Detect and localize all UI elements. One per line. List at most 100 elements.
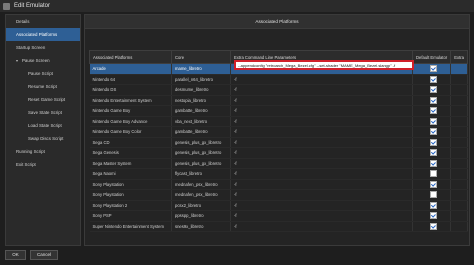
cell-core[interactable]: mednafen_psx_libretro	[171, 189, 231, 201]
table-row[interactable]: Nintendo DS desmume_libretro -f	[89, 84, 468, 96]
default-emulator-checkbox[interactable]	[430, 212, 437, 220]
cell-core[interactable]: parallel_n64_libretro	[171, 74, 231, 85]
default-emulator-checkbox[interactable]	[430, 222, 437, 230]
column-header-extra[interactable]: Extra	[450, 50, 468, 64]
cell-platform[interactable]: Nintendo Game Boy	[89, 105, 172, 117]
cell-params[interactable]: -f	[230, 189, 413, 201]
cell-params[interactable]: -f	[230, 221, 413, 232]
cell-platform[interactable]: Nintendo 64	[89, 74, 172, 85]
default-emulator-checkbox[interactable]	[430, 180, 437, 188]
cell-params[interactable]: -f	[230, 179, 413, 190]
cell-core[interactable]: gambatte_libretro	[171, 126, 231, 138]
cell-platform[interactable]: Sony Playstation	[89, 189, 172, 201]
cell-platform[interactable]: Sony Playstation	[89, 179, 172, 190]
default-emulator-checkbox[interactable]	[430, 128, 437, 136]
cell-platform[interactable]: Sega CD	[89, 137, 172, 148]
cell-params[interactable]: -f	[230, 116, 413, 127]
table-row[interactable]: Sega CD genesis_plus_gx_libretro -f	[89, 137, 468, 148]
table-row[interactable]: Sony PSP ppsspp_libretro -f	[89, 210, 468, 222]
cell-params[interactable]: -f	[230, 137, 413, 148]
default-emulator-checkbox[interactable]	[430, 159, 437, 167]
default-emulator-checkbox[interactable]	[430, 65, 437, 73]
cell-core[interactable]: genesis_plus_gx_libretro	[171, 137, 231, 148]
sidebar-item[interactable]: Exit Script	[6, 158, 80, 171]
cell-platform[interactable]: Nintendo Game Boy Advance	[89, 116, 172, 127]
cell-extra	[450, 189, 468, 201]
default-emulator-checkbox[interactable]	[430, 170, 437, 178]
cell-core[interactable]: mame_libretro	[171, 63, 231, 75]
cell-core[interactable]: vba_next_libretro	[171, 116, 231, 127]
table-row[interactable]: Sony Playstation 2 pcsx2_libretro -f	[89, 200, 468, 211]
sidebar-item[interactable]: Reset Game Script	[6, 93, 80, 106]
cell-params[interactable]: -f	[230, 147, 413, 159]
cell-platform[interactable]: Sega Genesis	[89, 147, 172, 159]
cell-platform[interactable]: Sony PSP	[89, 210, 172, 222]
table-row[interactable]: Nintendo Game Boy gambatte_libretro -f	[89, 105, 468, 117]
sidebar-item[interactable]: Pause Script	[6, 67, 80, 80]
table-row[interactable]: Nintendo 64 parallel_n64_libretro -f	[89, 74, 468, 85]
cell-params[interactable]: -f	[230, 74, 413, 85]
table-row[interactable]: Sega Genesis genesis_plus_gx_libretro -f	[89, 147, 468, 159]
cell-platform[interactable]: Sega Master System	[89, 158, 172, 169]
cell-platform[interactable]: Sony Playstation 2	[89, 200, 172, 211]
cell-params[interactable]: -f	[230, 84, 413, 96]
sidebar-item[interactable]: Swap Discs Script	[6, 132, 80, 145]
table-row[interactable]: Sony Playstation mednafen_psx_libretro -f	[89, 189, 468, 201]
cell-extra	[450, 137, 468, 148]
cell-platform[interactable]: Super Nintendo Entertainment System	[89, 221, 172, 232]
default-emulator-checkbox[interactable]	[430, 107, 437, 115]
cell-params[interactable]: -f	[230, 210, 413, 222]
sidebar-item[interactable]: ▾ Pause Screen	[6, 54, 80, 67]
cell-platform[interactable]: Nintendo Entertainment System	[89, 95, 172, 106]
table-row[interactable]: Sega Naomi flycast_libretro -f	[89, 168, 468, 180]
cell-core[interactable]: flycast_libretro	[171, 168, 231, 180]
sidebar-item[interactable]: Save State Script	[6, 106, 80, 119]
cell-core[interactable]: nestopia_libretro	[171, 95, 231, 106]
cell-core[interactable]: genesis_plus_gx_libretro	[171, 158, 231, 169]
cell-params[interactable]: -f	[230, 168, 413, 180]
cell-core[interactable]: pcsx2_libretro	[171, 200, 231, 211]
table-row[interactable]: Sega Master System genesis_plus_gx_libret…	[89, 158, 468, 169]
cell-platform[interactable]: Nintendo DS	[89, 84, 172, 96]
ok-button[interactable]: OK	[5, 250, 26, 260]
sidebar-item[interactable]: Startup Screen	[6, 41, 80, 54]
table-row[interactable]: Nintendo Game Boy Color gambatte_libretro…	[89, 126, 468, 138]
table-row[interactable]: Super Nintendo Entertainment System snes9…	[89, 221, 468, 232]
default-emulator-checkbox[interactable]	[430, 75, 437, 83]
cell-core[interactable]: ppsspp_libretro	[171, 210, 231, 222]
cell-params[interactable]: -f	[230, 200, 413, 211]
default-emulator-checkbox[interactable]	[430, 86, 437, 94]
cell-core[interactable]: gambatte_libretro	[171, 105, 231, 117]
cell-platform[interactable]: Sega Naomi	[89, 168, 172, 180]
cell-params[interactable]: -f	[230, 95, 413, 106]
cell-core[interactable]: desmume_libretro	[171, 84, 231, 96]
sidebar-item[interactable]: Load State Script	[6, 119, 80, 132]
cell-core[interactable]: mednafen_psx_libretro	[171, 179, 231, 190]
cell-platform[interactable]: Nintendo Game Boy Color	[89, 126, 172, 138]
sidebar-item[interactable]: Resume Script	[6, 80, 80, 93]
default-emulator-checkbox[interactable]	[430, 138, 437, 146]
column-header-core[interactable]: Core	[171, 50, 231, 64]
table-row[interactable]: Nintendo Game Boy Advance vba_next_libret…	[89, 116, 468, 127]
cancel-button[interactable]: Cancel	[30, 250, 58, 260]
column-header-default[interactable]: Default Emulator	[411, 50, 452, 64]
cell-params[interactable]: -f	[230, 126, 413, 138]
default-emulator-checkbox[interactable]	[430, 117, 437, 125]
cell-platform[interactable]: Arcade	[89, 63, 172, 75]
default-emulator-checkbox[interactable]	[430, 96, 437, 104]
cell-core[interactable]: genesis_plus_gx_libretro	[171, 147, 231, 159]
command-line-params-input[interactable]: --appendconfig "retroarch_Mega_Bezel.cfg…	[234, 60, 414, 70]
cell-params[interactable]: -f	[230, 105, 413, 117]
sidebar-item[interactable]: Details	[6, 15, 80, 28]
default-emulator-checkbox[interactable]	[430, 191, 437, 199]
default-emulator-checkbox[interactable]	[430, 201, 437, 209]
table-row[interactable]: Nintendo Entertainment System nestopia_li…	[89, 95, 468, 106]
default-emulator-checkbox[interactable]	[430, 149, 437, 157]
table-row[interactable]: Sony Playstation mednafen_psx_libretro -f	[89, 179, 468, 190]
column-header-platform[interactable]: Associated Platforms	[89, 50, 172, 64]
sidebar-item[interactable]: Running Script	[6, 145, 80, 158]
sidebar-item-label: Load State Script	[28, 123, 62, 128]
sidebar-item[interactable]: Associated Platforms	[6, 28, 80, 41]
cell-core[interactable]: snes9x_libretro	[171, 221, 231, 232]
cell-params[interactable]: -f	[230, 158, 413, 169]
